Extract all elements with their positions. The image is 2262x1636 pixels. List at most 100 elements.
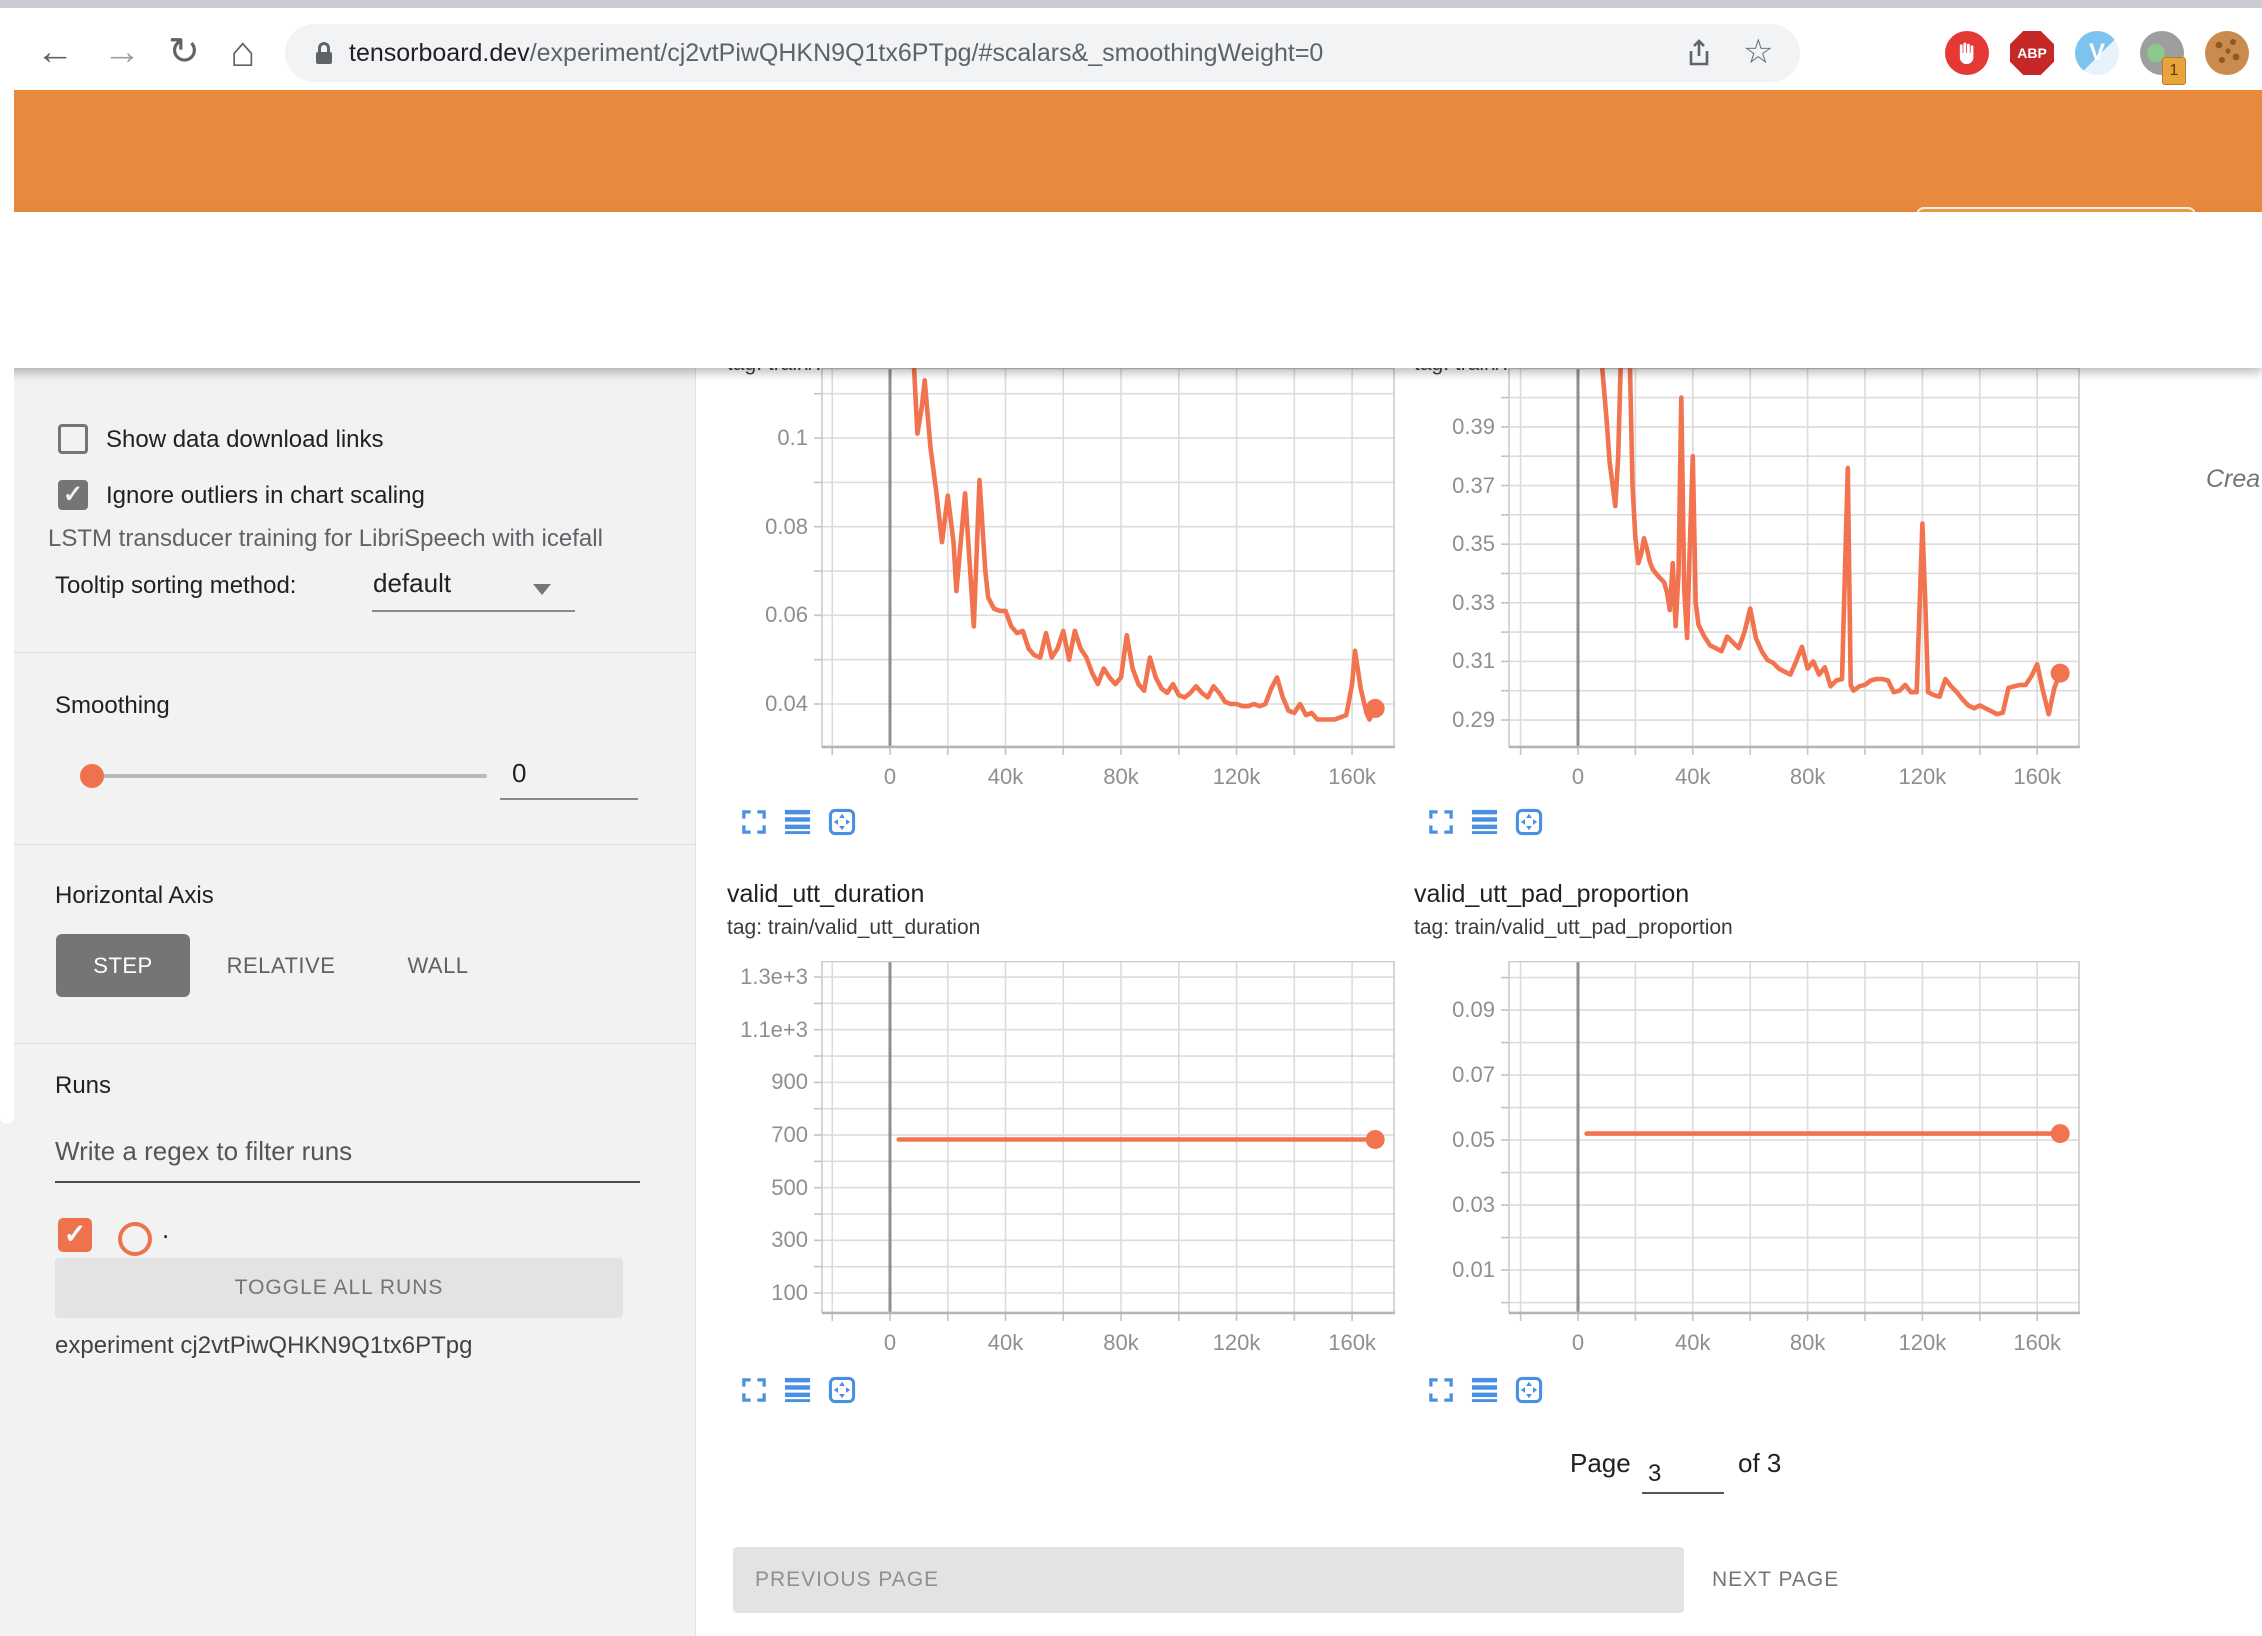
x-tick-label: 80k — [1076, 764, 1166, 790]
x-tick-label: 120k — [1192, 764, 1282, 790]
divider — [0, 844, 695, 845]
tooltip-sorting-label: Tooltip sorting method: — [55, 572, 296, 600]
previous-page-button[interactable]: PREVIOUS PAGE — [733, 1547, 1684, 1613]
pan-icon[interactable] — [828, 1376, 856, 1404]
x-tick-label: 160k — [1307, 1330, 1397, 1356]
y-tick-label: 0.39 — [1385, 413, 1495, 441]
x-tick-label: 0 — [845, 1330, 935, 1356]
left-scrollbar-strip[interactable] — [0, 62, 14, 1124]
y-tick-label: 900 — [698, 1068, 808, 1096]
x-tick-label: 40k — [1648, 764, 1738, 790]
experiment-id-label: experiment cj2vtPiwQHKN9Q1tx6PTpg — [55, 1332, 473, 1360]
sidebar: ✓ Show data download links ✓ Ignore outl… — [0, 368, 696, 1636]
x-tick-label: 0 — [845, 764, 935, 790]
page-label: Page — [1570, 1448, 1631, 1479]
y-tick-label: 1.1e+3 — [698, 1016, 808, 1044]
chart-tag: tag: train/valid_utt_pad_proportion — [1414, 916, 1733, 940]
x-tick-label: 40k — [1648, 1330, 1738, 1356]
chart-plot-top-right[interactable] — [1501, 368, 2080, 757]
smoothing-value-input[interactable]: 0 — [512, 758, 526, 789]
smoothing-value-underline — [500, 798, 638, 800]
run-checkbox[interactable]: ✓ — [58, 1218, 92, 1252]
fullscreen-icon[interactable] — [740, 1376, 768, 1404]
runsmenu-icon[interactable] — [1471, 808, 1499, 836]
x-tick-label: 120k — [1877, 1330, 1967, 1356]
runs-label: Runs — [55, 1072, 111, 1100]
y-tick-label: 0.05 — [1385, 1126, 1495, 1154]
x-tick-label: 40k — [961, 1330, 1051, 1356]
page-input-underline — [1642, 1492, 1724, 1494]
pan-icon[interactable] — [1515, 1376, 1543, 1404]
y-tick-label: 0.1 — [698, 424, 808, 452]
chart-plot-bottom-right[interactable] — [1501, 961, 2080, 1323]
chevron-down-icon — [533, 584, 551, 595]
x-tick-label: 80k — [1763, 1330, 1853, 1356]
smoothing-slider-track[interactable] — [85, 774, 487, 778]
page-of-label: of 3 — [1738, 1448, 1781, 1479]
y-tick-label: 0.37 — [1385, 472, 1495, 500]
clipped-created-text: Crea — [2206, 465, 2260, 494]
tooltip-sorting-dropdown[interactable]: default — [373, 568, 451, 599]
x-tick-label: 120k — [1192, 1330, 1282, 1356]
pan-icon[interactable] — [828, 808, 856, 836]
y-tick-label: 0.08 — [698, 513, 808, 541]
chart-tag: tag: train/valid_utt_duration — [727, 916, 980, 940]
fullscreen-icon[interactable] — [1427, 808, 1455, 836]
axis-wall-button[interactable]: WALL — [386, 934, 490, 997]
pan-icon[interactable] — [1515, 808, 1543, 836]
chart-title: valid_utt_pad_proportion — [1414, 880, 1689, 909]
fullscreen-icon[interactable] — [740, 808, 768, 836]
next-page-button[interactable]: NEXT PAGE — [1712, 1568, 1839, 1592]
x-tick-label: 80k — [1763, 764, 1853, 790]
title-band: LSTM transducer training for LibriSpeech… — [0, 212, 2262, 368]
x-tick-label: 120k — [1877, 764, 1967, 790]
tooltip-dropdown-underline — [372, 610, 575, 612]
divider — [0, 1043, 695, 1044]
divider — [0, 652, 695, 653]
runsmenu-icon[interactable] — [784, 1376, 812, 1404]
y-tick-label: 100 — [698, 1279, 808, 1307]
smoothing-label: Smoothing — [55, 692, 170, 720]
runsmenu-icon[interactable] — [1471, 1376, 1499, 1404]
page: ← → ↻ ⌂ tensorboard.dev/experiment/cj2vt… — [0, 0, 2262, 1636]
toggle-all-runs-button[interactable]: TOGGLE ALL RUNS — [55, 1258, 623, 1318]
run-color-swatch — [118, 1222, 152, 1256]
y-tick-label: 0.33 — [1385, 589, 1495, 617]
chart-plot-bottom-left[interactable] — [814, 961, 1395, 1323]
y-tick-label: 0.35 — [1385, 530, 1495, 558]
horizontal-axis-label: Horizontal Axis — [55, 882, 214, 910]
chart-plot-top-left[interactable] — [814, 368, 1395, 757]
y-tick-label: 1.3e+3 — [698, 963, 808, 991]
y-tick-label: 300 — [698, 1226, 808, 1254]
y-tick-label: 700 — [698, 1121, 808, 1149]
axis-step-button[interactable]: STEP — [56, 934, 190, 997]
ignore-outliers-checkbox[interactable]: ✓ — [58, 480, 88, 510]
runs-filter-underline — [55, 1181, 640, 1183]
x-tick-label: 160k — [1307, 764, 1397, 790]
x-tick-label: 80k — [1076, 1330, 1166, 1356]
x-tick-label: 40k — [961, 764, 1051, 790]
y-tick-label: 0.06 — [698, 601, 808, 629]
x-tick-label: 0 — [1533, 764, 1623, 790]
axis-relative-button[interactable]: RELATIVE — [214, 934, 348, 997]
smoothing-slider-thumb[interactable] — [80, 764, 104, 788]
y-tick-label: 0.07 — [1385, 1061, 1495, 1089]
x-tick-label: 160k — [1992, 764, 2082, 790]
x-tick-label: 0 — [1533, 1330, 1623, 1356]
fullscreen-icon[interactable] — [1427, 1376, 1455, 1404]
page-number-input[interactable]: 3 — [1648, 1460, 1718, 1488]
run-name: . — [162, 1214, 169, 1245]
y-tick-label: 0.31 — [1385, 647, 1495, 675]
y-tick-label: 0.09 — [1385, 996, 1495, 1024]
y-tick-label: 0.29 — [1385, 706, 1495, 734]
y-tick-label: 0.01 — [1385, 1256, 1495, 1284]
show-download-links-checkbox[interactable]: ✓ — [58, 424, 88, 454]
runs-filter-input[interactable]: Write a regex to filter runs — [55, 1136, 352, 1167]
ignore-outliers-label: Ignore outliers in chart scaling — [106, 482, 425, 510]
y-tick-label: 0.03 — [1385, 1191, 1495, 1219]
show-download-links-label: Show data download links — [106, 426, 384, 454]
runsmenu-icon[interactable] — [784, 808, 812, 836]
y-tick-label: 500 — [698, 1174, 808, 1202]
experiment-title: LSTM transducer training for LibriSpeech… — [48, 525, 603, 553]
chart-title: valid_utt_duration — [727, 880, 924, 909]
